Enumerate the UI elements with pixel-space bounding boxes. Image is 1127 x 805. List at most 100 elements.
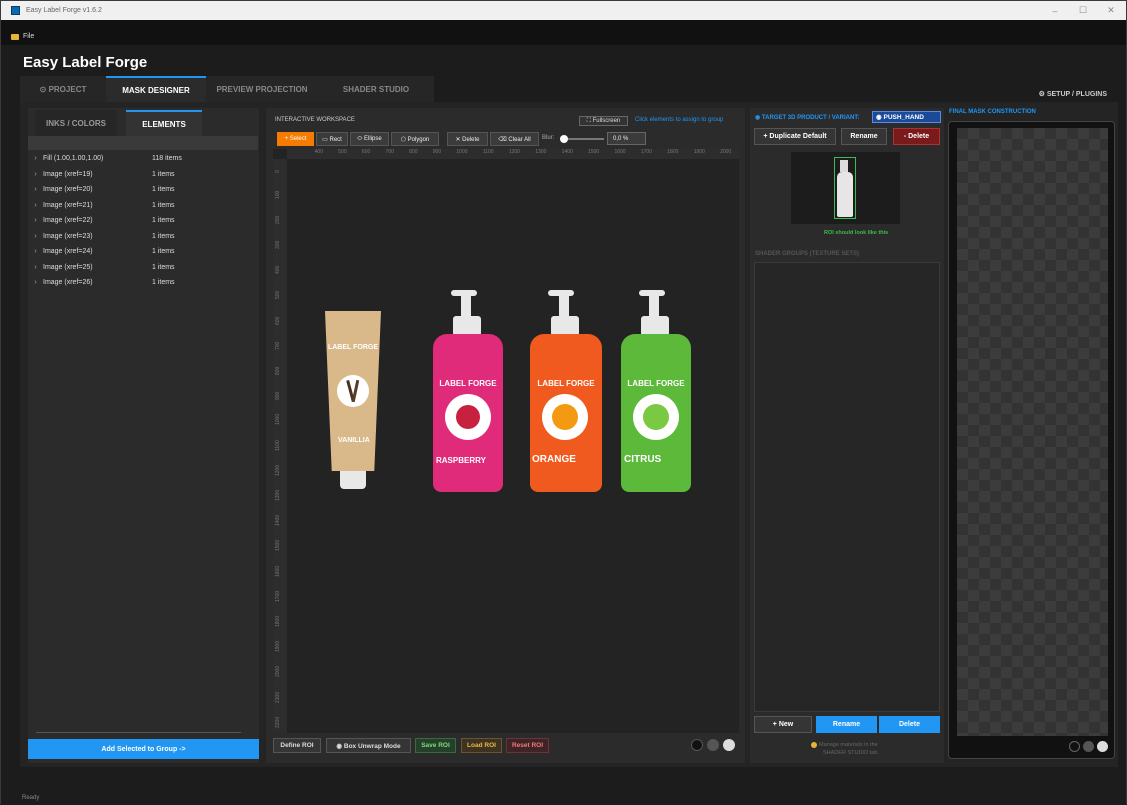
blur-value-input[interactable]: 0,0 % [607, 132, 646, 145]
tree-row[interactable]: › Image (xref=26) 1 items [28, 275, 258, 291]
save-roi-button[interactable]: Save ROI [415, 738, 456, 753]
maximize-button[interactable]: ☐ [1070, 1, 1096, 20]
define-roi-button[interactable]: Define ROI [273, 738, 321, 753]
bg-light-swatch[interactable] [723, 739, 735, 751]
tree-row-count: 1 items [152, 201, 175, 209]
delete-shader-group-button[interactable]: Delete [879, 716, 940, 733]
tree-row[interactable]: › Image (xref=21) 1 items [28, 198, 258, 214]
chevron-right-icon[interactable]: › [28, 202, 43, 209]
tree-row[interactable]: › Image (xref=22) 1 items [28, 213, 258, 229]
orange-bottle[interactable]: LABEL FORGE ORANGE [530, 290, 602, 492]
load-roi-button[interactable]: Load ROI [461, 738, 502, 753]
ruler-tick: 1500 [275, 539, 281, 551]
tree-row[interactable]: › Image (xref=25) 1 items [28, 260, 258, 276]
ruler-tick: 1800 [667, 149, 679, 155]
chevron-right-icon[interactable]: › [28, 155, 43, 162]
chevron-right-icon[interactable]: › [28, 186, 43, 193]
chevron-right-icon[interactable]: › [28, 279, 43, 286]
chevron-right-icon[interactable]: › [28, 217, 43, 224]
citrus-bottle[interactable]: LABEL FORGE CITRUS [621, 290, 691, 492]
ruler-tick: 2000 [720, 149, 732, 155]
ruler-tick: 300 [275, 240, 281, 249]
tree-row-label: Image (xref=19) [43, 170, 93, 178]
main-tabs: ⊙ PROJECT MASK DESIGNER PREVIEW PROJECTI… [20, 76, 434, 102]
polygon-tool-button[interactable]: ⬠ Polygon [391, 132, 439, 146]
delete-variant-button[interactable]: - Delete [893, 128, 940, 145]
tree-row-count: 1 items [152, 279, 175, 287]
bg-dark-swatch[interactable] [691, 739, 703, 751]
bottle-brand: LABEL FORGE [537, 379, 595, 388]
variant-select[interactable]: ◉ PUSH_HAND [872, 111, 941, 123]
fullscreen-button[interactable]: ⛶ Fullscreen [579, 116, 628, 126]
tree-row[interactable]: › Image (xref=23) 1 items [28, 229, 258, 245]
shader-groups-list[interactable] [754, 262, 940, 712]
chevron-right-icon[interactable]: › [28, 264, 43, 271]
final-mask-canvas[interactable] [957, 128, 1108, 736]
tab-project[interactable]: ⊙ PROJECT [20, 76, 106, 102]
ruler-tick: 1700 [275, 590, 281, 602]
rename-shader-group-button[interactable]: Rename [816, 716, 877, 733]
ruler-tick: 900 [432, 149, 442, 155]
target-label: ◉ TARGET 3D PRODUCT / VARIANT: [755, 115, 860, 121]
tree-row-label: Image (xref=21) [43, 201, 93, 209]
reset-roi-button[interactable]: Reset ROI [506, 738, 549, 753]
box-unwrap-mode-button[interactable]: ◉ Box Unwrap Mode [326, 738, 411, 753]
add-selected-to-group-button[interactable]: Add Selected to Group -> [28, 739, 259, 759]
new-shader-group-button[interactable]: + New [754, 716, 812, 733]
tree-row-count: 118 items [152, 155, 182, 163]
menu-area [1, 20, 1126, 45]
vanilla-tube[interactable]: LABEL FORGE VANILLIA [323, 311, 383, 491]
chevron-right-icon[interactable]: › [28, 171, 43, 178]
mask-bg-light-swatch[interactable] [1097, 741, 1108, 752]
tree-row-count: 1 items [152, 263, 175, 271]
ruler-tick: 1900 [275, 640, 281, 652]
close-button[interactable]: ✕ [1098, 1, 1124, 20]
orange-image [542, 394, 588, 440]
ellipse-tool-button[interactable]: ⬭ Ellipse [350, 132, 389, 146]
rename-variant-button[interactable]: Rename [841, 128, 887, 145]
tree-row-count: 1 items [152, 232, 175, 240]
raspberry-image [445, 394, 491, 440]
tree-row-count: 1 items [152, 217, 175, 225]
tab-preview-projection[interactable]: PREVIEW PROJECTION [206, 76, 318, 102]
tab-elements[interactable]: ELEMENTS [126, 110, 202, 136]
setup-plugins-button[interactable]: ⚙ SETUP / PLUGINS [1039, 90, 1107, 98]
title-bar: Easy Label Forge v1.6.2 – ☐ ✕ [1, 1, 1126, 20]
mask-bg-gray-swatch[interactable] [1083, 741, 1094, 752]
orange-label: ORANGE [532, 454, 576, 465]
tree-row[interactable]: › Image (xref=19) 1 items [28, 167, 258, 183]
menu-file[interactable]: File [1, 30, 34, 43]
tab-mask-designer[interactable]: MASK DESIGNER [106, 76, 206, 102]
duplicate-default-button[interactable]: + Duplicate Default [754, 128, 836, 145]
raspberry-bottle[interactable]: LABEL FORGE RASPBERRY [433, 290, 503, 492]
ruler-tick: 1300 [535, 149, 547, 155]
tree-row[interactable]: › Image (xref=24) 1 items [28, 244, 258, 260]
ruler-tick: 1300 [275, 489, 281, 501]
tube-cap [340, 471, 366, 489]
ruler-tick: 400 [314, 149, 323, 155]
blur-slider-handle[interactable] [560, 135, 568, 143]
minimize-button[interactable]: – [1042, 1, 1068, 20]
ruler-tick: 1900 [693, 149, 705, 155]
status-bar [1, 767, 1126, 805]
manage-hint-2: SHADER STUDIO tab. [823, 750, 879, 756]
mask-bg-dark-swatch[interactable] [1069, 741, 1080, 752]
bg-gray-swatch[interactable] [707, 739, 719, 751]
tree-row[interactable]: › Image (xref=20) 1 items [28, 182, 258, 198]
ruler-tick: 700 [385, 149, 394, 155]
tree-row[interactable]: › Fill (1.00,1.00,1.00) 118 items [28, 151, 258, 167]
tab-shader-studio[interactable]: SHADER STUDIO [318, 76, 434, 102]
tree-header [28, 136, 258, 150]
chevron-right-icon[interactable]: › [28, 248, 43, 255]
ruler-tick: 400 [275, 265, 281, 274]
chevron-right-icon[interactable]: › [28, 233, 43, 240]
clear-all-button[interactable]: ⌫ Clear All [490, 132, 539, 146]
select-tool-button[interactable]: + Select [277, 132, 314, 146]
workspace-label: INTERACTIVE WORKSPACE [275, 117, 355, 123]
blur-slider[interactable] [562, 138, 604, 140]
rect-tool-button[interactable]: ▭ Rect [316, 132, 348, 146]
tree-row-count: 1 items [152, 186, 175, 194]
ruler-tick: 2200 [275, 716, 281, 728]
tab-inks-colors[interactable]: INKS / COLORS [35, 110, 117, 136]
delete-tool-button[interactable]: ✕ Delete [447, 132, 488, 146]
